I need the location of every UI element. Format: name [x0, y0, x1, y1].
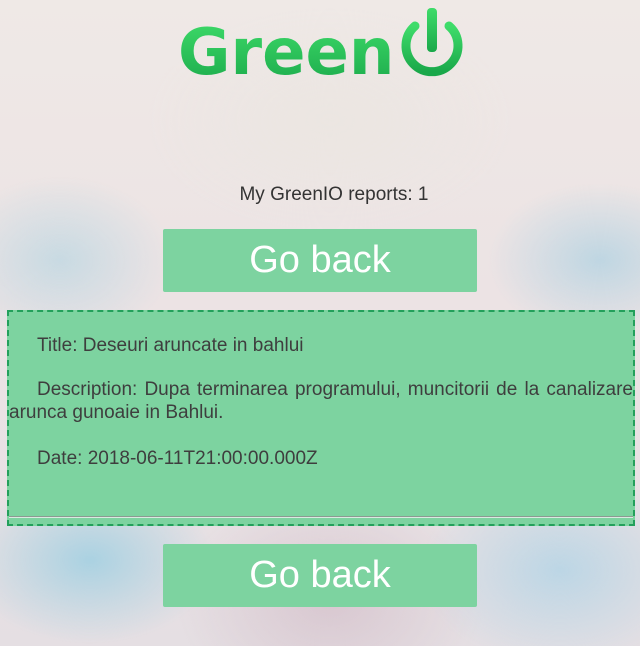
greenio-logo-graphic: Green — [178, 8, 463, 90]
go-back-button-bottom[interactable]: Go back — [163, 544, 477, 607]
reports-count: My GreenIO reports: 1 — [239, 184, 429, 205]
greenio-logo: Green — [178, 6, 468, 90]
report-card: Title: Deseuri aruncate in bahlui Descri… — [7, 310, 635, 526]
report-title: Title: Deseuri aruncate in bahlui — [37, 335, 304, 356]
go-back-button-top[interactable]: Go back — [163, 229, 477, 292]
logo-text: Green — [178, 16, 394, 82]
report-description: Description: Dupa terminarea programului… — [9, 379, 633, 423]
report-divider — [9, 516, 633, 518]
power-icon — [401, 8, 463, 77]
report-date: Date: 2018-06-11T21:00:00.000Z — [37, 448, 318, 469]
